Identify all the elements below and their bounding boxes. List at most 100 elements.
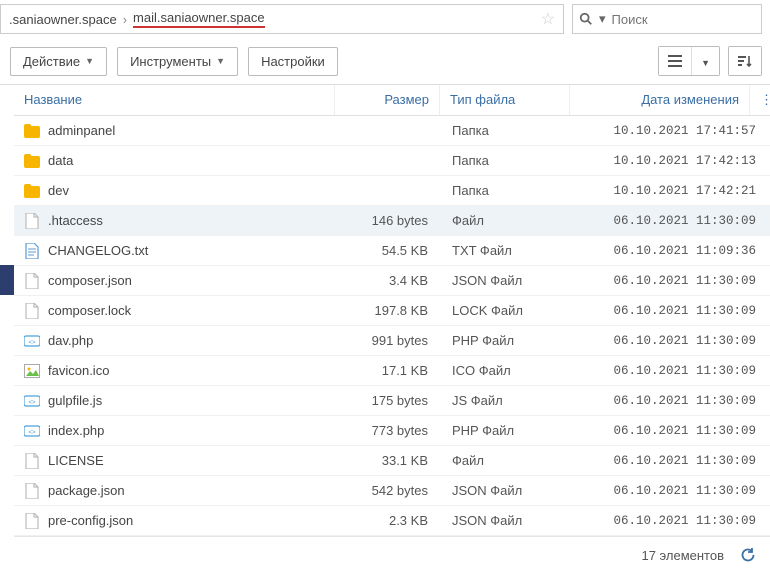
settings-button[interactable]: Настройки — [248, 47, 338, 76]
file-type: Файл — [442, 213, 572, 228]
action-button[interactable]: Действие▼ — [10, 47, 107, 76]
tools-button[interactable]: Инструменты▼ — [117, 47, 238, 76]
file-date: 06.10.2021 11:30:09 — [572, 304, 770, 318]
svg-text:<>: <> — [28, 400, 36, 406]
file-name: dev — [48, 183, 69, 198]
file-name: index.php — [48, 423, 104, 438]
col-menu-icon[interactable]: ⋮ — [749, 85, 770, 115]
sort-group — [728, 46, 762, 76]
view-mode-group: ▼ — [658, 46, 720, 76]
file-size: 17.1 KB — [337, 363, 442, 378]
php-icon: <> — [24, 333, 40, 349]
file-type: PHP Файл — [442, 333, 572, 348]
file-row[interactable]: CHANGELOG.txt 54.5 KBTXT Файл06.10.2021 1… — [14, 236, 770, 266]
breadcrumb-part-1[interactable]: .saniaowner.space — [9, 12, 117, 27]
php-icon: <> — [24, 423, 40, 439]
file-size: 2.3 KB — [337, 513, 442, 528]
file-row[interactable]: favicon.ico 17.1 KBICO Файл06.10.2021 11:… — [14, 356, 770, 386]
search-box[interactable]: ▾ — [572, 4, 762, 34]
file-row[interactable]: <> dav.php 991 bytesPHP Файл06.10.2021 11:… — [14, 326, 770, 356]
col-name[interactable]: Название — [14, 85, 334, 115]
svg-text:<>: <> — [28, 430, 36, 436]
search-separator: ▾ — [599, 11, 606, 27]
col-date[interactable]: Дата изменения — [569, 85, 749, 115]
folder-icon — [24, 123, 40, 139]
left-nav-strip — [0, 85, 14, 573]
breadcrumb-separator: › — [123, 12, 127, 27]
file-type: Папка — [442, 153, 572, 168]
file-name: LICENSE — [48, 453, 104, 468]
file-date: 10.10.2021 17:42:21 — [572, 184, 770, 198]
file-name: composer.lock — [48, 303, 131, 318]
left-nav-active-marker[interactable] — [0, 265, 14, 295]
breadcrumb-part-2[interactable]: mail.saniaowner.space — [133, 10, 265, 28]
folder-icon — [24, 183, 40, 199]
file-name: .htaccess — [48, 213, 103, 228]
file-date: 06.10.2021 11:30:09 — [572, 424, 770, 438]
file-row[interactable]: <>index.php773 bytesPHP Файл06.10.2021 1… — [14, 416, 770, 446]
file-size: 773 bytes — [337, 423, 442, 438]
file-date: 06.10.2021 11:30:09 — [572, 214, 770, 228]
file-name: data — [48, 153, 73, 168]
file-row[interactable]: .htaccess 146 bytesФайл06.10.2021 11:30:0… — [14, 206, 770, 236]
caret-icon: ▼ — [85, 56, 94, 66]
file-size: 542 bytes — [337, 483, 442, 498]
file-date: 06.10.2021 11:30:09 — [572, 274, 770, 288]
file-row[interactable]: composer.lock197.8 KBLOCK Файл06.10.2021… — [14, 296, 770, 326]
file-type: Файл — [442, 453, 572, 468]
file-date: 06.10.2021 11:30:09 — [572, 454, 770, 468]
view-mode-caret-icon[interactable]: ▼ — [691, 47, 719, 75]
file-name: dav.php — [48, 333, 93, 348]
refresh-icon[interactable] — [740, 547, 756, 563]
php-icon: <> — [24, 393, 40, 409]
file-icon — [24, 213, 40, 229]
file-size: 991 bytes — [337, 333, 442, 348]
file-row[interactable]: package.json542 bytesJSON Файл06.10.2021… — [14, 476, 770, 506]
item-count: 17 элементов — [641, 548, 724, 563]
file-icon — [24, 483, 40, 499]
svg-text:<>: <> — [28, 340, 36, 346]
search-input[interactable] — [612, 12, 770, 27]
file-size: 54.5 KB — [337, 243, 442, 258]
file-name: favicon.ico — [48, 363, 109, 378]
search-icon — [579, 12, 593, 26]
list-view-icon[interactable] — [659, 47, 691, 75]
file-date: 10.10.2021 17:42:13 — [572, 154, 770, 168]
file-date: 06.10.2021 11:30:09 — [572, 364, 770, 378]
file-row[interactable]: devПапка10.10.2021 17:42:21 — [14, 176, 770, 206]
file-size: 33.1 KB — [337, 453, 442, 468]
file-size: 146 bytes — [337, 213, 442, 228]
file-type: LOCK Файл — [442, 303, 572, 318]
file-date: 10.10.2021 17:41:57 — [572, 124, 770, 138]
txt-icon — [24, 243, 40, 259]
col-size[interactable]: Размер — [334, 85, 439, 115]
col-type[interactable]: Тип файла — [439, 85, 569, 115]
grid-footer: 17 элементов — [14, 536, 770, 573]
breadcrumb-bar[interactable]: .saniaowner.space › mail.saniaowner.spac… — [0, 4, 564, 34]
file-type: JSON Файл — [442, 273, 572, 288]
file-icon — [24, 273, 40, 289]
file-grid: Название Размер Тип файла Дата изменения… — [14, 85, 770, 573]
file-date: 06.10.2021 11:09:36 — [572, 244, 770, 258]
sort-icon[interactable] — [729, 47, 761, 75]
file-name: composer.json — [48, 273, 132, 288]
img-icon — [24, 363, 40, 379]
file-row[interactable]: LICENSE 33.1 KBФайл06.10.2021 11:30:09 — [14, 446, 770, 476]
file-row[interactable]: composer.json 3.4 KBJSON Файл06.10.2021 1… — [14, 266, 770, 296]
file-icon — [24, 453, 40, 469]
file-size: 175 bytes — [337, 393, 442, 408]
file-date: 06.10.2021 11:30:09 — [572, 334, 770, 348]
file-row[interactable]: <>gulpfile.js175 bytesJS Файл06.10.2021 … — [14, 386, 770, 416]
caret-icon: ▼ — [216, 56, 225, 66]
file-type: TXT Файл — [442, 243, 572, 258]
file-date: 06.10.2021 11:30:09 — [572, 394, 770, 408]
file-row[interactable]: pre-config.json2.3 KBJSON Файл06.10.2021… — [14, 506, 770, 536]
file-row[interactable]: data Папка10.10.2021 17:42:13 — [14, 146, 770, 176]
file-type: JSON Файл — [442, 483, 572, 498]
file-row[interactable]: adminpanelПапка10.10.2021 17:41:57 — [14, 116, 770, 146]
favorite-star-icon[interactable]: ☆ — [541, 9, 555, 29]
file-size: 3.4 KB — [337, 273, 442, 288]
file-name: adminpanel — [48, 123, 115, 138]
file-type: ICO Файл — [442, 363, 572, 378]
file-name: CHANGELOG.txt — [48, 243, 148, 258]
